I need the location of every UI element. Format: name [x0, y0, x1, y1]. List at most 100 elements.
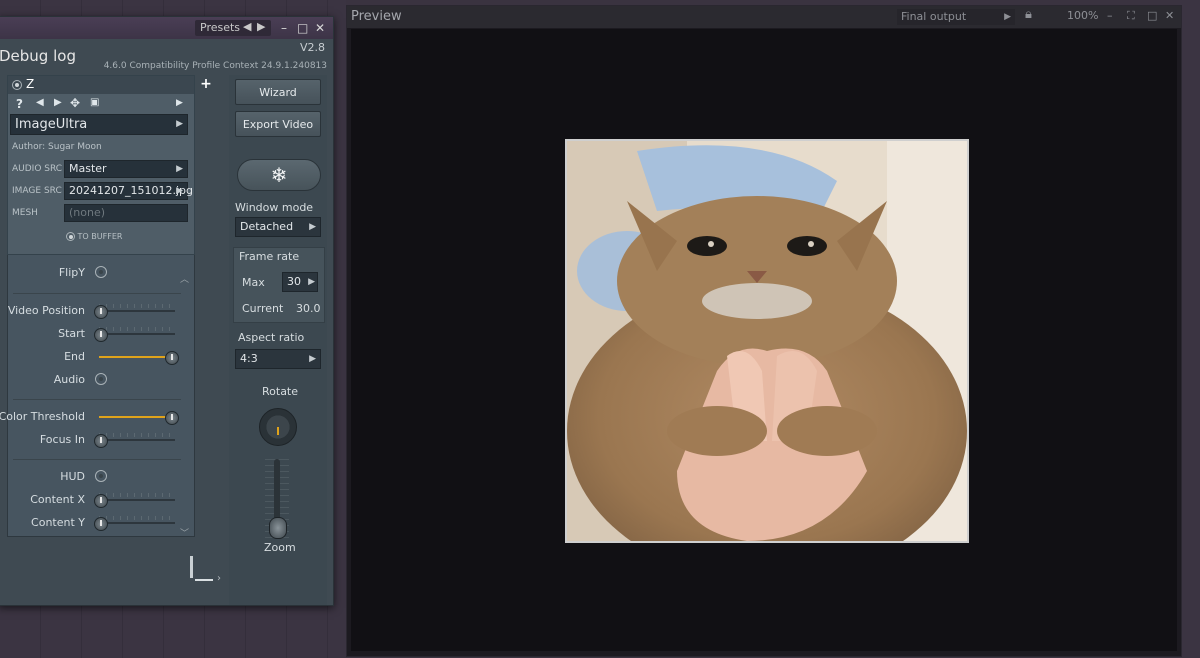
slider-knob[interactable]	[165, 411, 179, 425]
preview-titlebar[interactable]: Preview Final output ▶ 🔒︎ 100% – ⛶ □ ✕	[347, 6, 1181, 28]
focus-in-slider[interactable]	[94, 433, 175, 448]
next-effect-icon[interactable]: ▶	[54, 97, 62, 108]
content-y-slider[interactable]	[94, 516, 175, 531]
slider-knob[interactable]	[94, 434, 108, 448]
preview-title: Preview	[351, 9, 402, 24]
window-mode-label: Window mode	[235, 201, 314, 214]
effect-header-box: Z ? ◀ ▶ ✥ ▣ ▶ ImageUltra ▶ Author: Sugar…	[7, 75, 195, 255]
start-label: Start	[58, 327, 85, 340]
zoom-level[interactable]: 100%	[1067, 9, 1098, 22]
scrollbar[interactable]	[190, 556, 193, 578]
param-content-x: Content X	[7, 490, 193, 510]
output-select-value: Final output	[901, 10, 967, 23]
mesh-label: MESH	[12, 208, 38, 218]
param-color-threshold: Color Threshold	[0, 407, 193, 427]
debug-log-title: Debug log	[0, 47, 76, 65]
preview-image	[565, 139, 969, 543]
end-slider[interactable]	[99, 351, 179, 365]
preset-prev-icon[interactable]: ◀	[243, 20, 251, 33]
chevron-right-icon: ▶	[176, 119, 183, 129]
window-mode-select[interactable]: Detached ▶	[235, 217, 321, 237]
mesh-select[interactable]: (none)	[64, 204, 188, 222]
add-tab-button[interactable]: +	[193, 75, 219, 93]
preview-canvas[interactable]	[351, 29, 1177, 651]
help-icon[interactable]: ?	[16, 97, 23, 111]
wizard-button[interactable]: Wizard	[235, 79, 321, 105]
mouse-icon[interactable]: ▣	[90, 97, 99, 108]
version-label: V2.8	[299, 41, 325, 54]
window-mode-value: Detached	[240, 220, 294, 233]
audio-src-select[interactable]: Master ▶	[64, 160, 188, 178]
audio-toggle[interactable]	[95, 373, 107, 385]
randomize-icon[interactable]: ✥	[70, 96, 80, 110]
video-position-slider[interactable]	[94, 304, 175, 319]
frame-rate-label: Frame rate	[239, 250, 300, 263]
slider-knob[interactable]	[94, 494, 108, 508]
chevron-right-icon: ▶	[1004, 12, 1011, 22]
flipy-label: FlipY	[58, 266, 85, 279]
minimize-icon[interactable]: –	[281, 20, 287, 36]
flipy-toggle[interactable]	[95, 266, 107, 278]
prev-effect-icon[interactable]: ◀	[36, 97, 44, 108]
slider-knob[interactable]	[94, 517, 108, 531]
chevron-right-icon: ▶	[176, 164, 183, 174]
focus-in-label: Focus In	[39, 433, 85, 446]
param-hud: HUD	[7, 467, 193, 487]
param-start: Start	[7, 324, 193, 344]
freeze-button[interactable]: ❄	[237, 159, 321, 191]
output-select[interactable]: Final output ▶	[897, 9, 1015, 25]
tab-radio-icon	[12, 80, 22, 90]
close-icon[interactable]: ✕	[315, 20, 325, 36]
hud-toggle[interactable]	[95, 470, 107, 482]
max-fps-select[interactable]: 30 ▶	[282, 272, 318, 292]
max-label: Max	[242, 276, 265, 289]
start-slider[interactable]	[94, 327, 175, 342]
slider-knob[interactable]	[94, 305, 108, 319]
content-x-slider[interactable]	[94, 493, 175, 508]
param-focus-in: Focus In	[7, 430, 193, 450]
export-video-button[interactable]: Export Video	[235, 111, 321, 137]
close-icon[interactable]: ✕	[1165, 9, 1174, 22]
presets-control[interactable]: Presets ◀ ▶	[195, 20, 271, 36]
plugin-titlebar[interactable]: Presets ◀ ▶ – □ ✕	[0, 17, 333, 39]
maximize-icon[interactable]: □	[1147, 9, 1157, 22]
image-src-select[interactable]: 20241207_151012.jpg ▶	[64, 182, 193, 200]
fullscreen-icon[interactable]: ⛶	[1127, 9, 1135, 23]
tab-z[interactable]: Z	[8, 76, 194, 94]
current-fps-value: 30.0	[296, 302, 321, 315]
color-threshold-label: Color Threshold	[0, 410, 85, 423]
video-position-label: Video Position	[7, 304, 85, 317]
aspect-ratio-select[interactable]: 4:3 ▶	[235, 349, 321, 369]
current-label: Current	[242, 302, 284, 315]
hud-label: HUD	[60, 470, 85, 483]
frame-rate-box: Frame rate Max 30 ▶ Current 30.0	[233, 247, 325, 323]
chevron-right-icon[interactable]: ›	[217, 573, 221, 584]
presets-label: Presets	[200, 21, 241, 34]
effect-select[interactable]: ImageUltra ▶	[10, 114, 188, 135]
to-buffer-radio-icon	[66, 232, 75, 241]
background-right-strip	[1180, 0, 1200, 658]
audio-label: Audio	[53, 373, 85, 386]
to-buffer-toggle[interactable]: TO BUFFER	[66, 232, 122, 241]
image-src-label: IMAGE SRC	[12, 186, 62, 196]
maximize-icon[interactable]: □	[297, 20, 308, 36]
minimize-icon[interactable]: –	[1107, 9, 1113, 22]
more-icon[interactable]: ▶	[176, 98, 183, 108]
compat-info: 4.6.0 Compatibility Profile Context 24.9…	[103, 61, 327, 71]
controls-column: Wizard Export Video ❄ Window mode Detach…	[229, 75, 327, 605]
end-label: End	[64, 350, 85, 363]
preset-next-icon[interactable]: ▶	[257, 20, 265, 33]
rotate-knob[interactable]	[255, 404, 299, 448]
color-threshold-slider[interactable]	[99, 411, 179, 425]
slider-knob[interactable]	[165, 351, 179, 365]
preview-window: Preview Final output ▶ 🔒︎ 100% – ⛶ □ ✕	[346, 5, 1182, 657]
chevron-right-icon: ▶	[176, 186, 183, 196]
zoom-label: Zoom	[264, 541, 296, 554]
param-flipy: FlipY	[7, 263, 193, 283]
zoom-slider-knob[interactable]	[269, 517, 287, 539]
lock-icon[interactable]: 🔒︎	[1025, 7, 1032, 22]
param-video-position: Video Position	[7, 301, 193, 321]
slider-knob[interactable]	[94, 328, 108, 342]
divider	[13, 399, 181, 400]
resize-bar-icon[interactable]	[195, 579, 213, 581]
